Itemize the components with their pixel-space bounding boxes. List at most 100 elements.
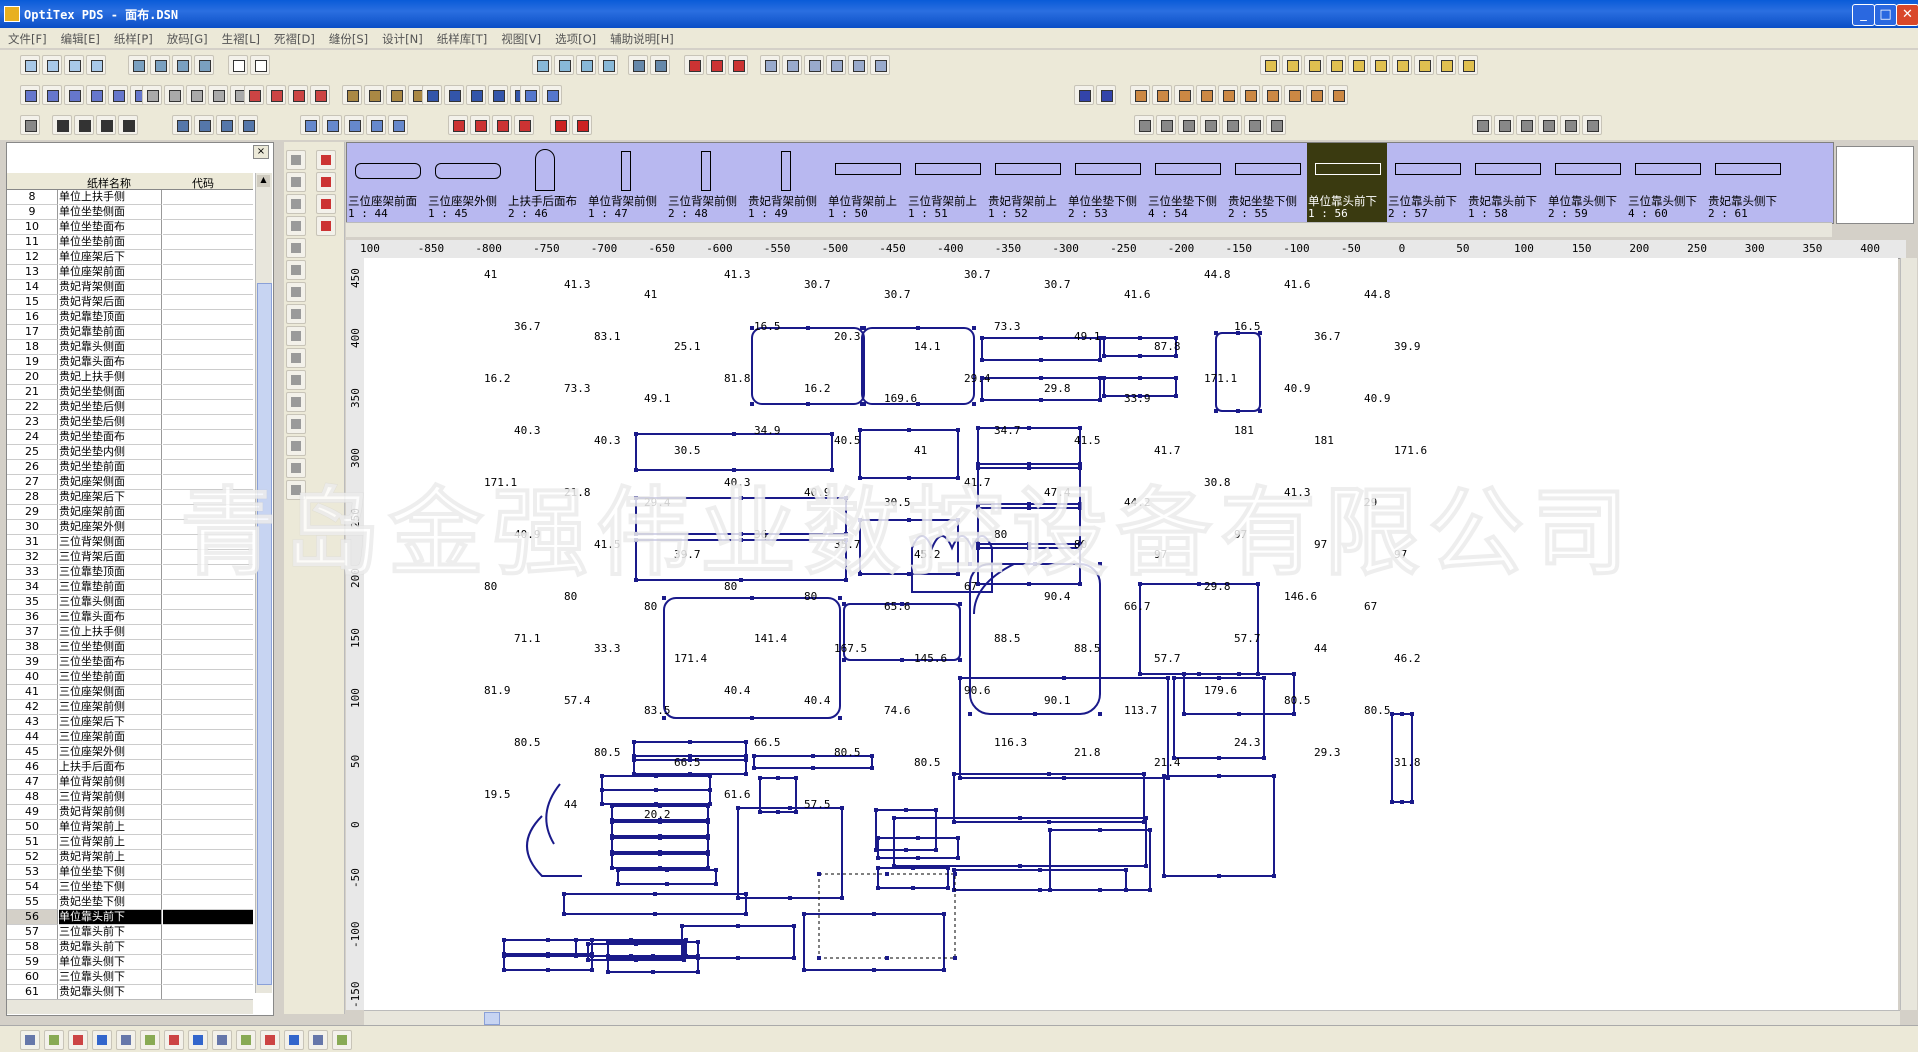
pattern-row[interactable]: 13 单位座架前面	[7, 265, 253, 280]
point-marker[interactable]	[870, 754, 874, 758]
row-code[interactable]	[163, 820, 253, 835]
point-marker[interactable]	[662, 596, 666, 600]
menu-item-3[interactable]: 放码[G]	[159, 28, 214, 47]
point-marker[interactable]	[838, 716, 842, 720]
tool-button-icon[interactable]	[1266, 115, 1286, 135]
tool-button-icon[interactable]	[1196, 85, 1216, 105]
point-marker[interactable]	[911, 886, 915, 890]
pattern-row[interactable]: 61 贵妃靠头侧下	[7, 985, 253, 1000]
row-code[interactable]	[163, 190, 253, 205]
point-marker[interactable]	[1272, 874, 1276, 878]
pattern-thumbnail[interactable]: 三位座架外侧 1 : 45	[427, 143, 507, 223]
tool-button-icon[interactable]	[342, 85, 362, 105]
point-marker[interactable]	[1098, 712, 1102, 716]
point-marker[interactable]	[1182, 712, 1186, 716]
point-marker[interactable]	[956, 856, 960, 860]
view-mode-icon[interactable]	[236, 1030, 256, 1050]
measure-tool-icon[interactable]	[316, 172, 336, 192]
point-marker[interactable]	[1166, 676, 1170, 680]
point-marker[interactable]	[1102, 394, 1106, 398]
pattern-row[interactable]: 56 单位靠头前下	[7, 910, 253, 925]
canvas-vscrollbar[interactable]	[1900, 258, 1917, 1010]
point-marker[interactable]	[872, 968, 876, 972]
pattern-piece-outline[interactable]	[959, 677, 1169, 779]
pattern-piece-outline[interactable]	[953, 773, 1145, 823]
point-marker[interactable]	[736, 806, 740, 810]
row-code[interactable]	[163, 340, 253, 355]
thumb-scrollbar[interactable]	[346, 222, 1832, 237]
view-mode-icon[interactable]	[116, 1030, 136, 1050]
view-mode-icon[interactable]	[140, 1030, 160, 1050]
pattern-piece-curve[interactable]	[545, 783, 561, 845]
pattern-piece-outline[interactable]	[503, 955, 593, 971]
tool-button-icon[interactable]	[1392, 55, 1412, 75]
tool-button-icon[interactable]	[514, 115, 534, 135]
pattern-row[interactable]: 12 单位座架后下	[7, 250, 253, 265]
point-marker[interactable]	[794, 776, 798, 780]
tool-button-icon[interactable]	[1370, 55, 1390, 75]
tool-button-icon[interactable]	[238, 115, 258, 135]
menu-item-11[interactable]: 辅助说明[H]	[602, 28, 680, 47]
pattern-canvas[interactable]: 41 41.3 41 41.3 30.7 30.7 30.7 30.7 41.6 44.8 41.6…	[364, 258, 1898, 1010]
tool-button-icon[interactable]	[20, 55, 40, 75]
point-marker[interactable]	[1144, 864, 1148, 868]
row-code[interactable]	[163, 955, 253, 970]
point-marker[interactable]	[1098, 398, 1102, 402]
tool-button-icon[interactable]	[1348, 55, 1368, 75]
tool-button-icon[interactable]	[542, 85, 562, 105]
tool-button-icon[interactable]	[388, 115, 408, 135]
point-marker[interactable]	[1390, 712, 1394, 716]
view-mode-icon[interactable]	[20, 1030, 40, 1050]
tool-button-icon[interactable]	[728, 55, 748, 75]
point-marker[interactable]	[590, 954, 594, 958]
point-marker[interactable]	[968, 712, 972, 716]
tool-button-icon[interactable]	[1074, 85, 1094, 105]
tool-button-icon[interactable]	[164, 85, 184, 105]
pattern-thumbnail[interactable]: 单位靠头前下 1 : 56	[1307, 143, 1387, 223]
row-code[interactable]	[163, 610, 253, 625]
point-marker[interactable]	[1162, 774, 1166, 778]
row-code[interactable]	[163, 835, 253, 850]
menu-item-8[interactable]: 纸样库[T]	[429, 28, 494, 47]
point-marker[interactable]	[776, 810, 780, 814]
row-code[interactable]	[163, 940, 253, 955]
point-marker[interactable]	[916, 326, 920, 330]
pattern-row[interactable]: 58 贵妃靠头前下	[7, 940, 253, 955]
pattern-row[interactable]: 59 单位靠头侧下	[7, 955, 253, 970]
tool-button-icon[interactable]	[466, 85, 486, 105]
point-marker[interactable]	[736, 924, 740, 928]
point-marker[interactable]	[1138, 672, 1142, 676]
tool-button-icon[interactable]	[1560, 115, 1580, 135]
point-marker[interactable]	[1062, 676, 1066, 680]
pattern-piece-outline[interactable]	[563, 893, 747, 915]
tool-button-icon[interactable]	[142, 85, 162, 105]
point-marker[interactable]	[1262, 676, 1266, 680]
point-marker[interactable]	[976, 426, 980, 430]
pattern-thumbnail[interactable]: 上扶手后面布 2 : 46	[507, 143, 587, 223]
row-code[interactable]	[163, 865, 253, 880]
tool-button-icon[interactable]	[804, 55, 824, 75]
point-marker[interactable]	[600, 802, 604, 806]
tool-button-icon[interactable]	[64, 85, 84, 105]
point-marker[interactable]	[802, 968, 806, 972]
point-marker[interactable]	[744, 754, 748, 758]
pattern-row[interactable]: 48 三位背架前侧	[7, 790, 253, 805]
point-marker[interactable]	[1174, 376, 1178, 380]
point-marker[interactable]	[744, 772, 748, 776]
point-marker[interactable]	[956, 428, 960, 432]
point-marker[interactable]	[870, 766, 874, 770]
side-tool-icon[interactable]	[286, 414, 306, 434]
tool-button-icon[interactable]	[1306, 85, 1326, 105]
point-marker[interactable]	[714, 882, 718, 886]
point-marker[interactable]	[842, 602, 846, 606]
row-code[interactable]	[163, 220, 253, 235]
pattern-thumbnail[interactable]: 三位座架前面 1 : 44	[347, 143, 427, 223]
point-marker[interactable]	[632, 754, 636, 758]
tool-button-icon[interactable]	[628, 55, 648, 75]
point-marker[interactable]	[904, 848, 908, 852]
tool-button-icon[interactable]	[422, 85, 442, 105]
tool-button-icon[interactable]	[96, 115, 116, 135]
point-marker[interactable]	[586, 942, 590, 946]
tool-button-icon[interactable]	[1244, 115, 1264, 135]
point-marker[interactable]	[817, 872, 821, 876]
